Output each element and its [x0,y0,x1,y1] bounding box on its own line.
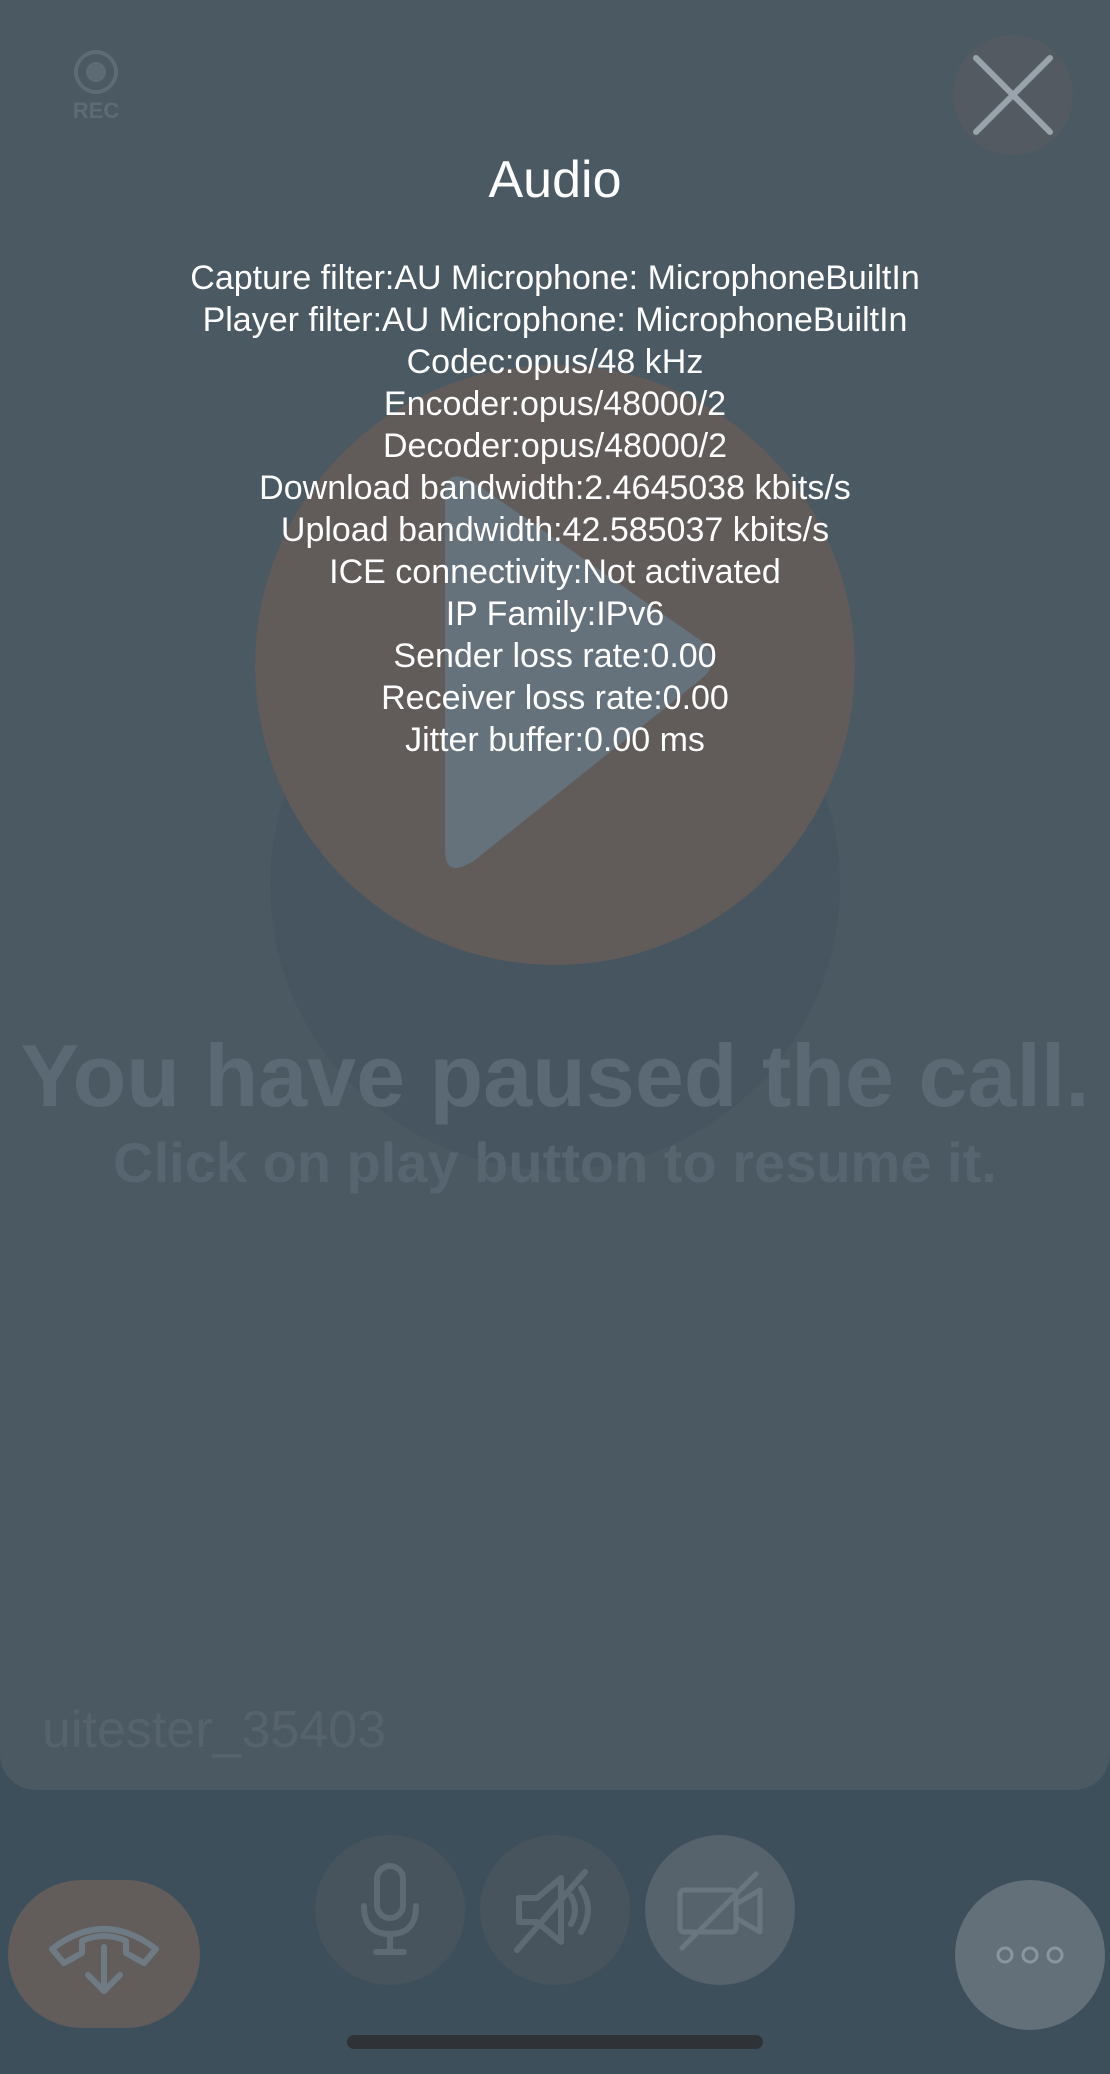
stat-receiver-loss-rate: Receiver loss rate:0.00 [381,679,729,717]
stat-encoder: Encoder:opus/48000/2 [383,385,727,423]
call-screen: REC You have paused the call. Click on p… [0,0,1110,2074]
record-label: REC [72,98,120,123]
audio-stats-title: Audio [488,151,622,209]
close-stats-button[interactable] [953,35,1073,155]
camera-button[interactable] [645,1835,795,1985]
hang-up-button[interactable] [8,1880,200,2028]
microphone-icon [361,1863,419,1955]
stat-jitter-buffer: Jitter buffer:0.00 ms [405,721,705,759]
stat-ice-connectivity: ICE connectivity:Not activated [329,553,781,591]
stat-sender-loss-rate: Sender loss rate:0.00 [393,637,717,675]
paused-subtitle: Click on play button to resume it. [113,1131,997,1194]
camera-off-icon [677,1871,763,1951]
record-icon [74,50,118,94]
participant-name: uitester_35403 [42,1701,387,1759]
stat-capture-filter: Capture filter:AU Microphone: Microphone… [190,259,920,297]
audio-stats-list: Capture filter:AU Microphone: Microphone… [0,257,1110,761]
stat-ip-family: IP Family:IPv6 [445,595,665,633]
stat-upload-bandwidth: Upload bandwidth:42.585037 kbits/s [280,511,830,549]
microphone-button[interactable] [315,1835,465,1985]
stat-download-bandwidth: Download bandwidth:2.4645038 kbits/s [259,469,851,507]
close-icon [973,55,1053,135]
paused-title: You have paused the call. [20,1026,1090,1125]
stat-decoder: Decoder:opus/48000/2 [382,427,728,465]
stat-player-filter: Player filter:AU Microphone: MicrophoneB… [202,301,908,339]
hang-up-icon [49,1926,159,1994]
more-icon [996,1946,1064,1964]
record-indicator[interactable]: REC [68,50,124,124]
more-options-button[interactable] [955,1880,1105,2030]
speaker-muted-icon [514,1869,591,1953]
stat-codec: Codec:opus/48 kHz [406,343,704,381]
speaker-button[interactable] [480,1835,630,1985]
home-indicator[interactable] [347,2035,763,2049]
